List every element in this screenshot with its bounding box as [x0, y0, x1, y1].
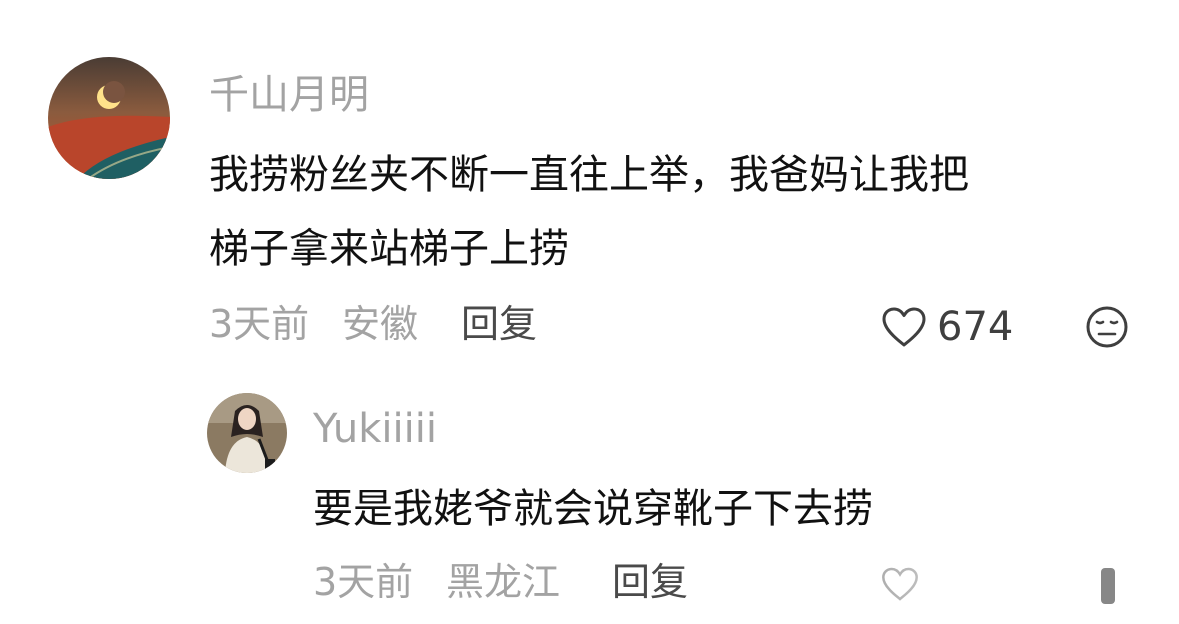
avatar[interactable] [48, 57, 170, 179]
blurred-like-area [877, 558, 1117, 604]
avatar[interactable] [207, 393, 287, 473]
reply-username[interactable]: Yukiiiii [313, 409, 437, 449]
reply-button[interactable]: 回复 [612, 563, 688, 601]
reply-location: 黑龙江 [446, 560, 561, 604]
neutral-face-icon[interactable] [1097, 566, 1121, 606]
crescent-moon-avatar-icon [48, 57, 170, 179]
reply-text: 要是我姥爷就会说穿靴子下去捞 [313, 486, 873, 532]
comment-time: 3天前 [209, 302, 310, 346]
comment-username[interactable]: 千山月明 [209, 75, 369, 115]
girl-portrait-avatar-icon [207, 393, 287, 473]
comment-location: 安徽 [342, 302, 419, 346]
comment-text-line-2: 梯子拿来站梯子上捞 [209, 226, 569, 272]
like-count: 674 [937, 304, 1014, 350]
comment-text-line-1: 我捞粉丝夹不断一直往上举，我爸妈让我把 [209, 152, 969, 198]
heart-outline-icon[interactable] [880, 306, 928, 348]
reply-button[interactable]: 回复 [461, 305, 537, 343]
reply-time: 3天前 [313, 560, 414, 604]
neutral-face-icon[interactable] [1085, 305, 1129, 349]
